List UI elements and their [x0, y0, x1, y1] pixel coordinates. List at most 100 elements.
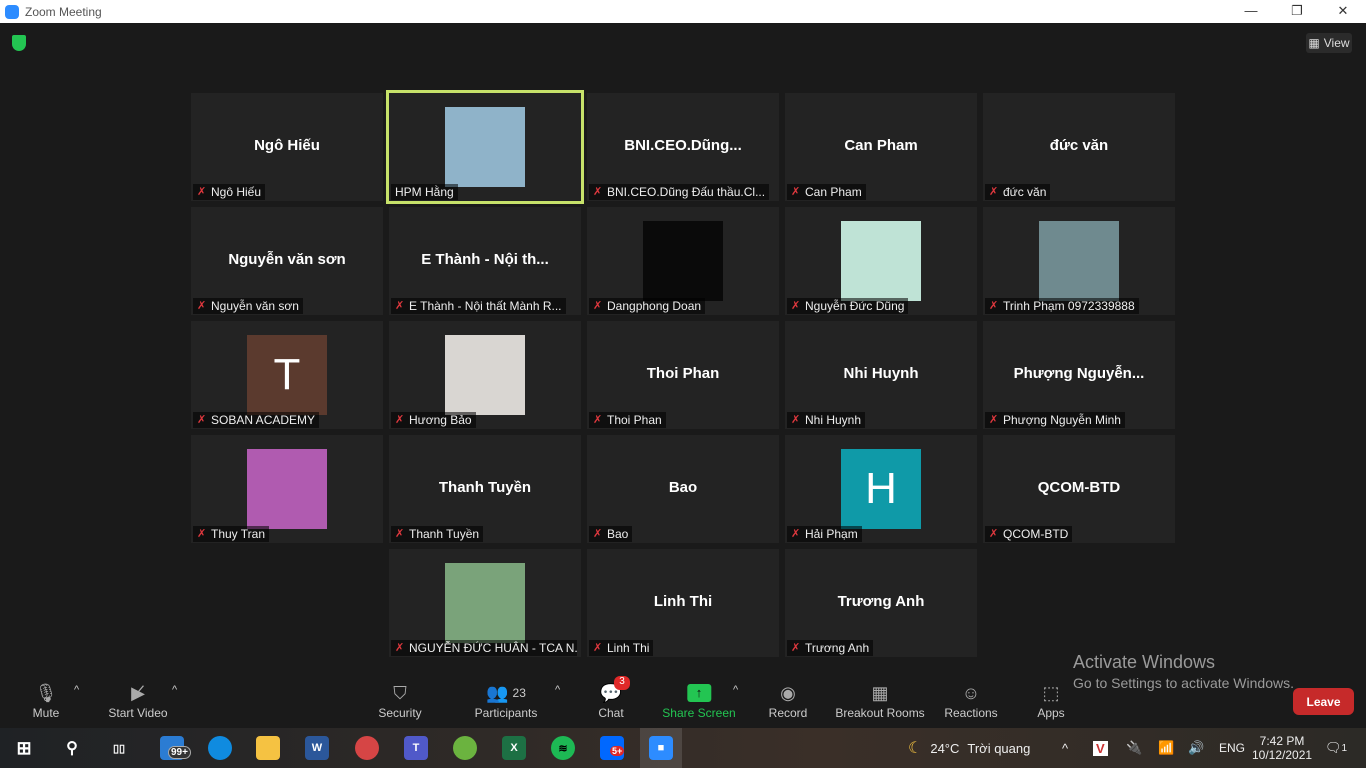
participant-display-name: E Thành - Nội th...: [421, 251, 549, 268]
participant-tile[interactable]: Can Pham ✗ Can Pham: [785, 93, 977, 201]
participant-tile[interactable]: Ngô Hiếu ✗ Ngô Hiếu: [191, 93, 383, 201]
muted-mic-icon: ✗: [791, 414, 801, 426]
security-button[interactable]: ⛉ Security: [378, 680, 421, 721]
excel-icon[interactable]: X: [502, 736, 526, 760]
windows-start-icon[interactable]: ⊞: [12, 736, 36, 760]
file-explorer-icon[interactable]: [256, 736, 280, 760]
participants-button[interactable]: 👥 23 Participants: [474, 680, 538, 721]
language-indicator[interactable]: ENG: [1219, 728, 1245, 768]
muted-mic-icon: ✗: [395, 642, 405, 654]
search-icon[interactable]: ⚲: [60, 736, 84, 760]
participant-tile[interactable]: H ✗ Hải Phạm: [785, 435, 977, 543]
participant-tile[interactable]: ✗ Trinh Phạm 0972339888: [983, 207, 1175, 315]
restore-button[interactable]: ❐: [1274, 0, 1320, 22]
mute-button[interactable]: 🎙 Mute: [33, 680, 60, 721]
participant-tile[interactable]: BNI.CEO.Dũng... ✗ BNI.CEO.Dũng Đấu thầu.Cl…: [587, 93, 779, 201]
apps-button[interactable]: ⬚ Apps: [1037, 680, 1065, 721]
clock[interactable]: 7:42 PM 10/12/2021: [1252, 728, 1312, 768]
zoom-taskbar-icon[interactable]: ■: [649, 736, 673, 760]
muted-mic-icon: ✗: [197, 300, 207, 312]
participant-tile[interactable]: Thanh Tuyền ✗ Thanh Tuyền: [389, 435, 581, 543]
word-icon[interactable]: W: [305, 736, 329, 760]
participant-name-label: ✗ Can Pham: [787, 184, 866, 200]
volume-icon[interactable]: 🔊: [1188, 728, 1204, 768]
breakout-rooms-label: Breakout Rooms: [835, 706, 925, 720]
participant-tile[interactable]: E Thành - Nội th... ✗ E Thành - Nội thất M…: [389, 207, 581, 315]
share-options-caret[interactable]: ^: [733, 684, 738, 696]
watermark-line1: Activate Windows: [1073, 652, 1216, 672]
leave-button[interactable]: Leave: [1293, 688, 1354, 715]
muted-mic-icon: ✗: [197, 528, 207, 540]
coccoc-browser-icon[interactable]: [453, 736, 477, 760]
participants-caret[interactable]: ^: [555, 684, 560, 696]
share-arrow-icon: ↑: [686, 684, 711, 702]
participant-tile[interactable]: ✗ Dangphong Doan: [587, 207, 779, 315]
apps-label: Apps: [1037, 706, 1065, 720]
minimize-button[interactable]: —: [1228, 0, 1274, 22]
participant-tile[interactable]: ✗ Thuy Tran: [191, 435, 383, 543]
breakout-rooms-button[interactable]: ▦ Breakout Rooms: [835, 680, 925, 721]
start-video-button[interactable]: ▶̸ Start Video: [108, 680, 168, 721]
zalo-icon[interactable]: 5+: [600, 736, 625, 760]
participant-tile[interactable]: Linh Thi ✗ Linh Thi: [587, 549, 779, 657]
participant-tile[interactable]: ✗ Hương Bảo: [389, 321, 581, 429]
participant-name: Ngô Hiếu: [211, 185, 262, 199]
zalo-badge: 5+: [610, 746, 625, 756]
share-screen-button[interactable]: ↑ Share Screen: [662, 680, 736, 720]
participant-tile[interactable]: ✗ NGUYỄN ĐỨC HUÂN - TCA N...: [389, 549, 581, 657]
participant-photo: [445, 107, 525, 187]
record-button[interactable]: ◉ Record: [769, 680, 808, 721]
muted-mic-icon: ✗: [989, 414, 999, 426]
windows-taskbar: ⊞ ⚲ ▯▯ 99+ W T X ≋ 5+ ■ ☾ 24°C Trời quang …: [0, 728, 1366, 768]
antivirus-icon[interactable]: V: [1093, 740, 1108, 756]
participant-tile[interactable]: ✗ Nguyễn Đức Dũng: [785, 207, 977, 315]
participant-name: NGUYỄN ĐỨC HUÂN - TCA N...: [409, 641, 577, 655]
weather-temp: 24°C: [930, 740, 960, 756]
audio-options-caret[interactable]: ^: [74, 684, 79, 696]
participant-tile[interactable]: Trương Anh ✗ Trương Anh: [785, 549, 977, 657]
participant-display-name: Thanh Tuyền: [438, 479, 532, 496]
muted-mic-icon: ✗: [593, 186, 603, 198]
muted-mic-icon: ✗: [197, 186, 207, 198]
start-video-label: Start Video: [108, 706, 168, 720]
participant-tile[interactable]: Bao ✗ Bao: [587, 435, 779, 543]
participant-display-name: Can Pham: [844, 137, 918, 154]
participant-tile[interactable]: Phượng Nguyễn... ✗ Phượng Nguyễn Minh: [983, 321, 1175, 429]
reactions-button[interactable]: ☺ Reactions: [944, 680, 998, 721]
snipping-tool-icon[interactable]: [355, 736, 379, 760]
participant-name: Thoi Phan: [607, 413, 662, 427]
participant-tile[interactable]: đức văn ✗ đức văn: [983, 93, 1175, 201]
participant-tile[interactable]: Nhi Huynh ✗ Nhi Huynh: [785, 321, 977, 429]
notification-center-icon[interactable]: 🗨 1: [1325, 728, 1347, 768]
participant-name-label: ✗ Hải Phạm: [787, 526, 862, 542]
participant-tile[interactable]: HPM Hằng: [386, 90, 584, 204]
close-button[interactable]: ✕: [1320, 0, 1366, 22]
view-button[interactable]: ▦ View: [1306, 33, 1352, 53]
video-options-caret[interactable]: ^: [172, 684, 177, 696]
participant-name: Can Pham: [805, 185, 862, 199]
participant-name-label: ✗ Linh Thi: [589, 640, 654, 656]
mail-icon[interactable]: 99+: [160, 736, 191, 760]
tray-overflow-icon[interactable]: ^: [1062, 728, 1068, 768]
spotify-icon[interactable]: ≋: [551, 736, 575, 760]
muted-mic-icon: ✗: [791, 186, 801, 198]
participant-tile[interactable]: Nguyễn văn sơn ✗ Nguyễn văn sơn: [191, 207, 383, 315]
participant-display-name: Nguyễn văn sơn: [228, 251, 346, 268]
task-view-icon[interactable]: ▯▯: [107, 736, 131, 760]
wifi-icon[interactable]: 📶: [1158, 728, 1174, 768]
edge-icon[interactable]: [208, 736, 232, 760]
participant-tile[interactable]: T ✗ SOBAN ACADEMY: [191, 321, 383, 429]
weather-widget[interactable]: ☾ 24°C Trời quang: [908, 728, 1030, 768]
participant-display-name: Trương Anh: [837, 593, 925, 610]
security-shield-icon: ⛉: [393, 682, 407, 703]
power-icon[interactable]: 🔌: [1126, 728, 1142, 768]
participant-tile[interactable]: Thoi Phan ✗ Thoi Phan: [587, 321, 779, 429]
muted-mic-icon: ✗: [593, 528, 603, 540]
participant-name-label: ✗ Phượng Nguyễn Minh: [985, 412, 1125, 428]
teams-icon[interactable]: T: [404, 736, 428, 760]
participant-photo: [1039, 221, 1119, 301]
participants-label: Participants: [474, 706, 538, 720]
encryption-shield-icon[interactable]: [12, 35, 26, 51]
reactions-label: Reactions: [944, 706, 998, 720]
participant-tile[interactable]: QCOM-BTD ✗ QCOM-BTD: [983, 435, 1175, 543]
